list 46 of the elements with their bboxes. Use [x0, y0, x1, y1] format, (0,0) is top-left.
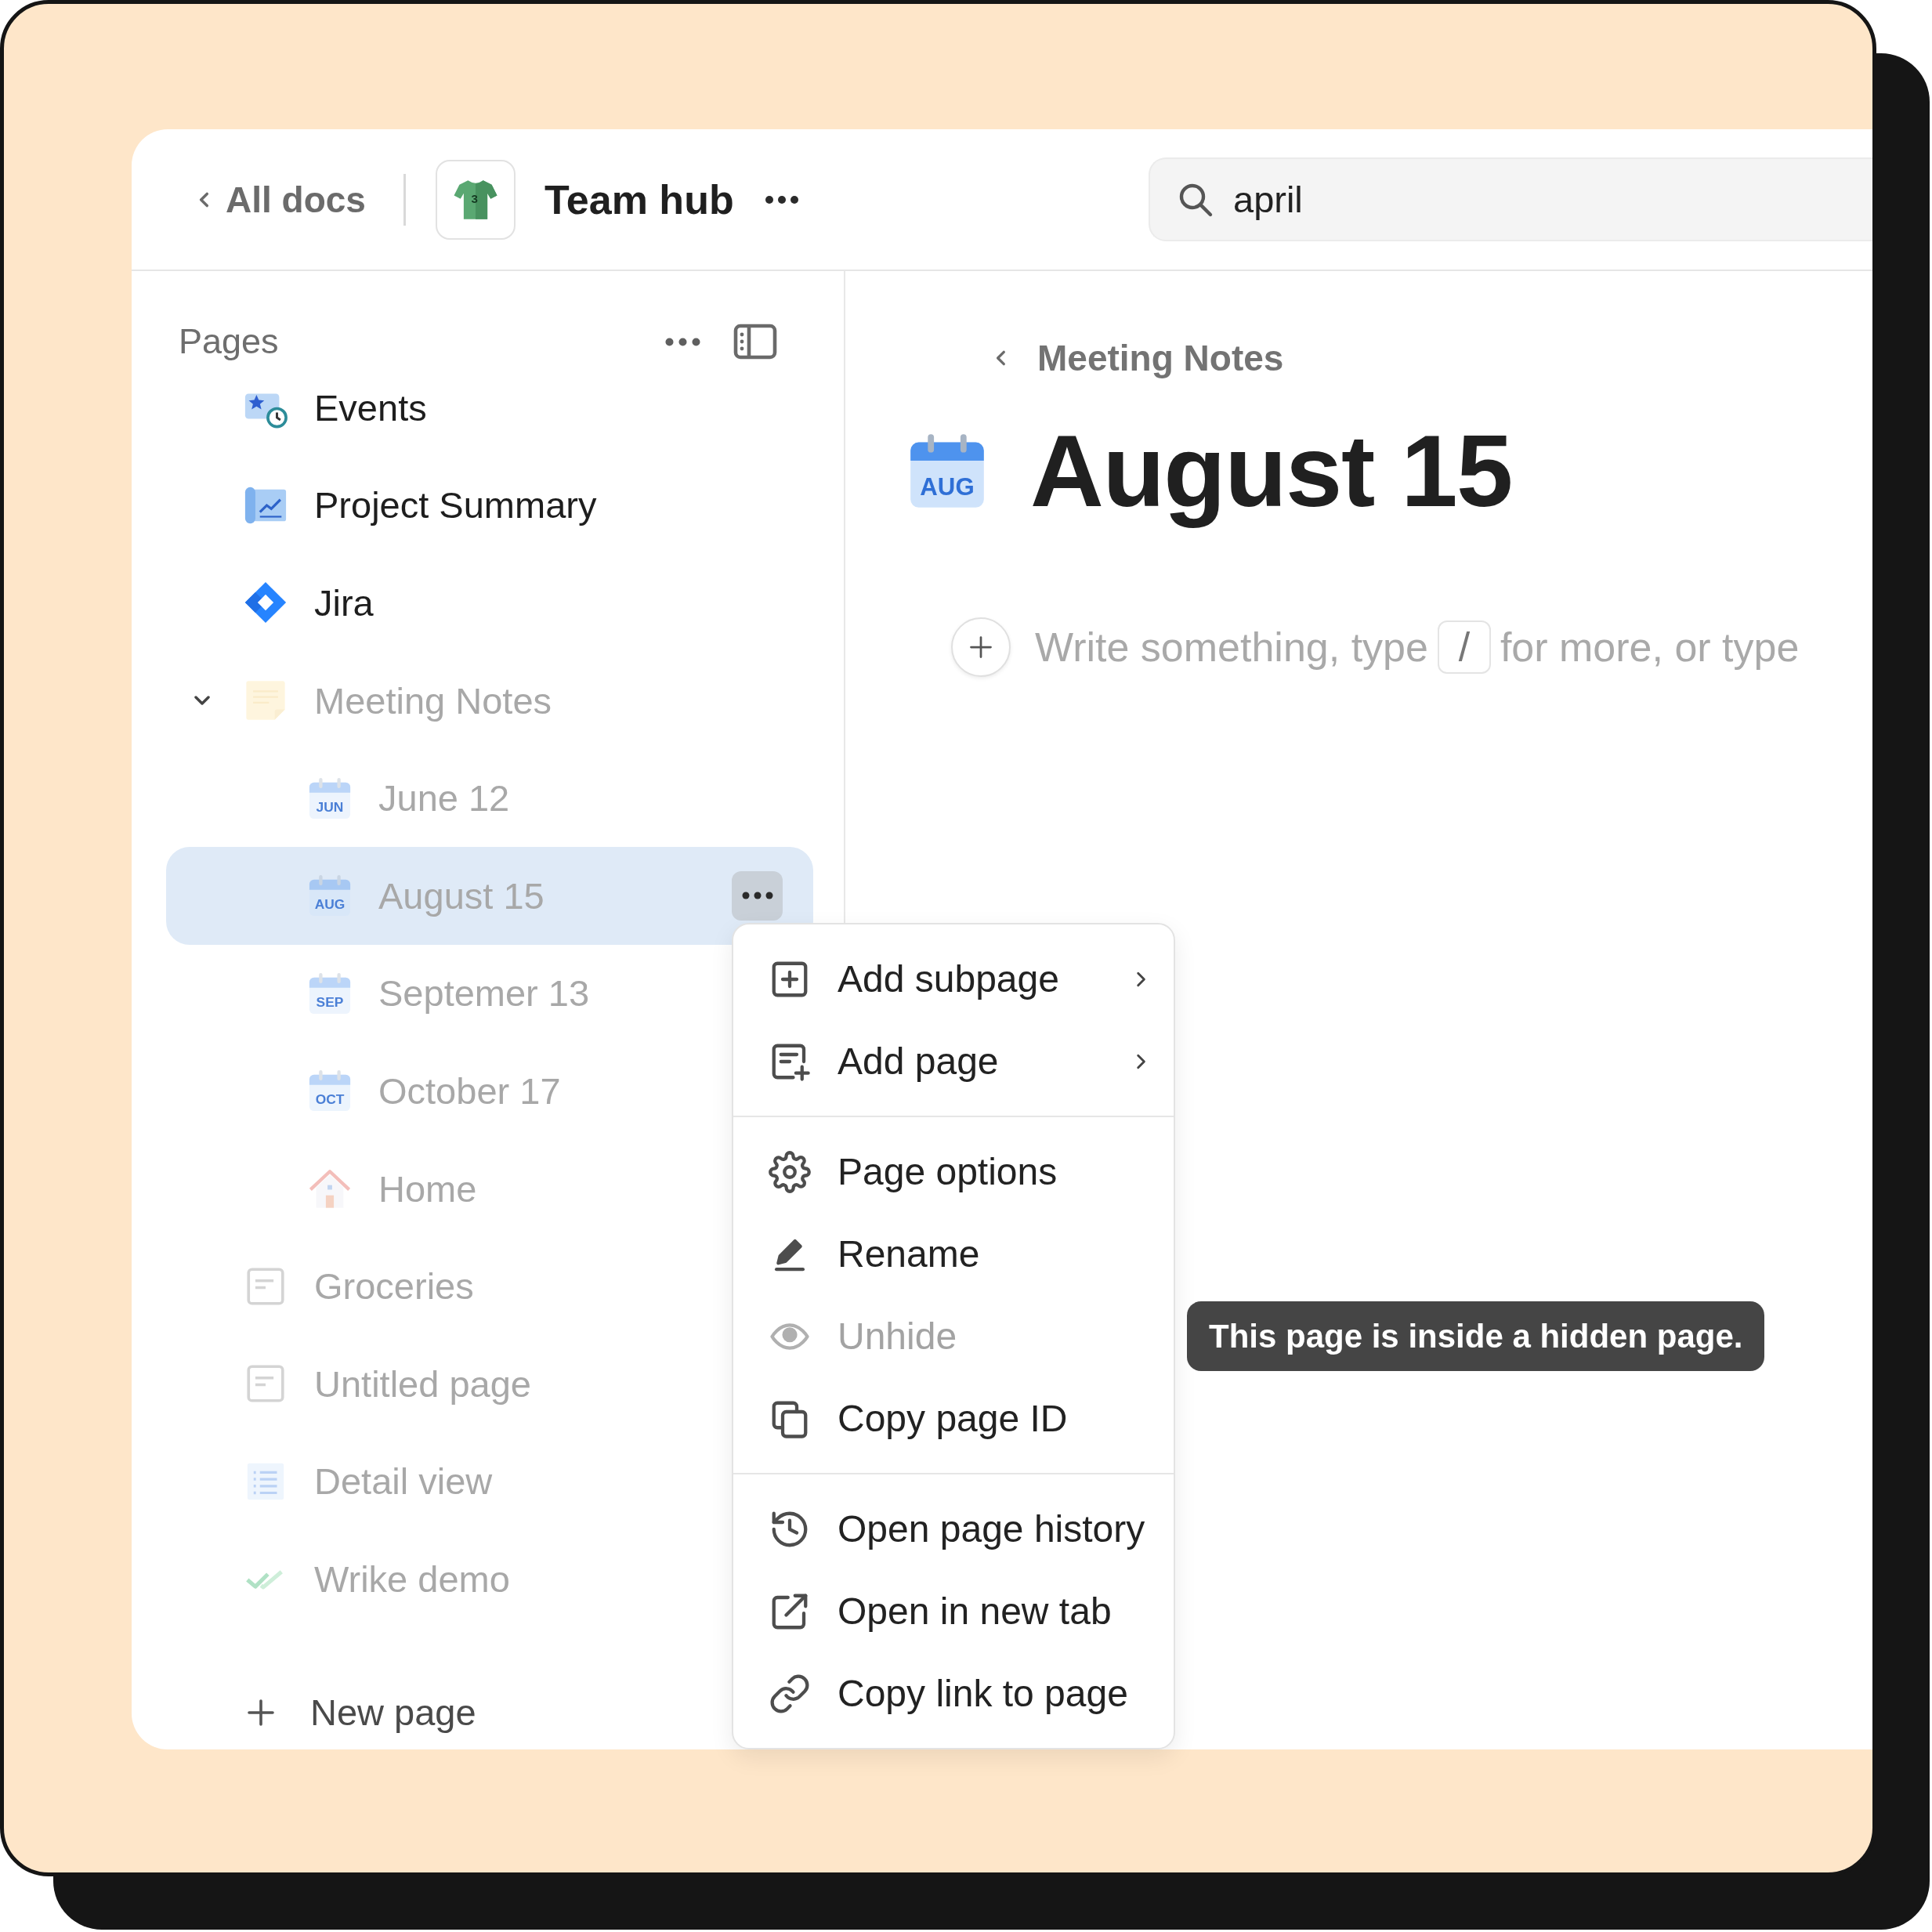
month-label: AUG — [314, 896, 346, 913]
search-field[interactable]: april — [1149, 157, 1872, 241]
month-label: JUN — [316, 799, 344, 816]
more-icon — [741, 892, 773, 900]
back-link[interactable]: All docs — [194, 178, 366, 221]
menu-item[interactable]: Copy link to page — [733, 1652, 1174, 1735]
calendar-icon — [910, 434, 984, 508]
more-icon[interactable] — [764, 194, 799, 204]
house-icon — [309, 1170, 351, 1208]
workspace-name: Team hub — [544, 175, 734, 223]
more-icon[interactable] — [665, 337, 700, 346]
chart-document-icon — [244, 487, 287, 524]
month-label: SEP — [316, 994, 344, 1011]
shirt-icon — [454, 179, 497, 219]
sidebar-item[interactable]: JUN June 12 — [166, 749, 813, 847]
new-page-button[interactable]: New page — [247, 1691, 476, 1734]
tooltip: This page is inside a hidden page. — [1187, 1301, 1765, 1371]
settings-icon — [769, 1150, 811, 1193]
plus-icon — [247, 1698, 275, 1727]
page-title: August 15 — [1030, 413, 1512, 530]
month-label: OCT — [315, 1091, 345, 1108]
editor-field[interactable]: Write something, type / for more, or type — [1035, 620, 1800, 674]
calendar-icon — [309, 777, 351, 819]
workspace-logo[interactable]: 3 — [435, 159, 516, 240]
sidebar-item[interactable]: Events — [166, 367, 813, 457]
breadcrumb-link[interactable]: Meeting Notes — [993, 337, 1284, 379]
sidebar-item[interactable]: AUG August 15 — [166, 846, 813, 945]
calendar-icon — [309, 972, 351, 1014]
double-check-icon — [246, 1570, 283, 1590]
calendar-icon — [309, 1070, 351, 1112]
plus-icon — [969, 635, 993, 659]
key-cap: / — [1437, 620, 1491, 674]
sidebar-title: Pages — [179, 321, 279, 362]
diamond-icon — [244, 582, 287, 624]
jersey-number: 3 — [471, 191, 478, 205]
calendar-icon — [309, 875, 351, 917]
sticky-note-icon — [246, 681, 285, 720]
month-label: AUG — [920, 473, 975, 501]
document-icon — [247, 1365, 284, 1402]
more-button[interactable] — [732, 870, 783, 921]
sidebar-item[interactable]: Project Summary — [166, 456, 813, 555]
star-clock-icon — [244, 393, 288, 429]
sidebar-item[interactable]: Jira — [166, 554, 813, 652]
sidebar-toggle-icon[interactable] — [733, 324, 777, 360]
document-icon — [247, 1268, 284, 1305]
list-icon — [247, 1463, 284, 1500]
